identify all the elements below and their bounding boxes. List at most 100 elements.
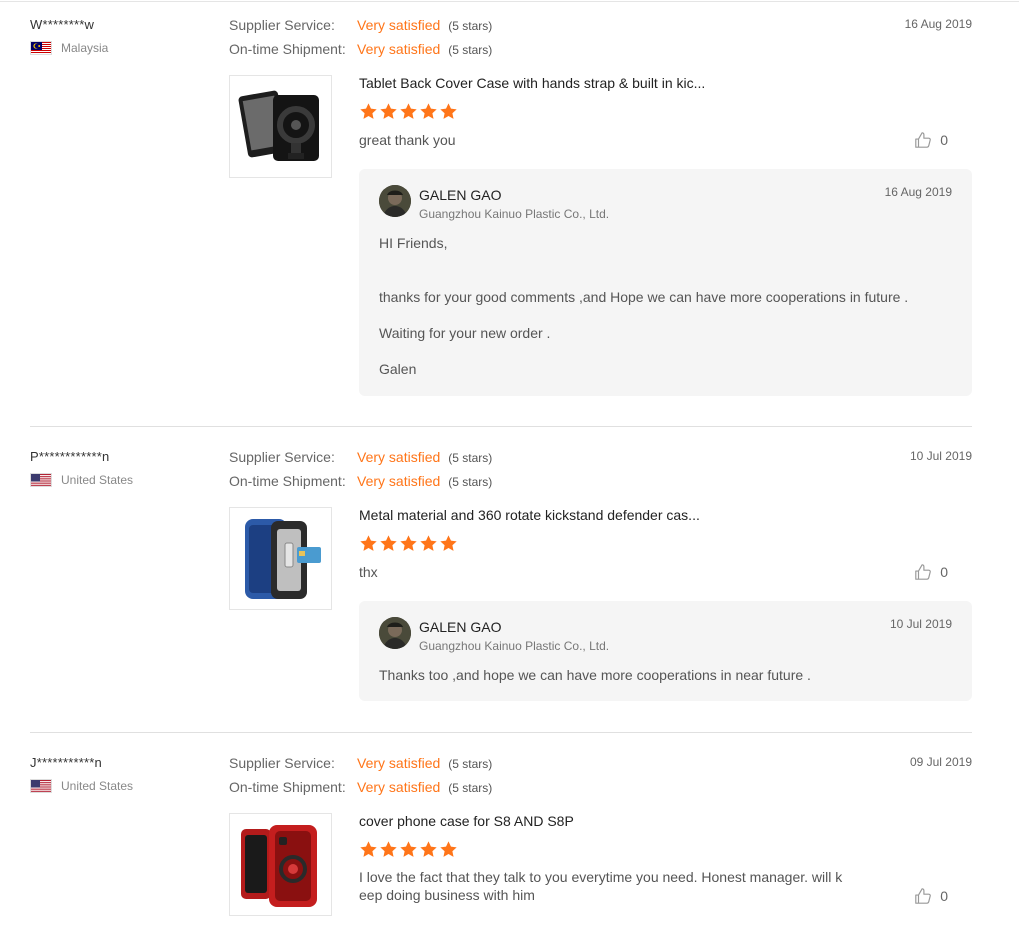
avatar: [379, 185, 411, 217]
reply-text: Thanks too ,and hope we can have more co…: [379, 667, 811, 683]
like-button[interactable]: 0: [914, 887, 948, 905]
red-phone-case-image: [240, 824, 317, 907]
star-icon: [440, 535, 457, 551]
star-icon: [420, 841, 437, 857]
star-icon: [440, 103, 457, 119]
supplier-service-stars: (5 stars): [448, 757, 493, 771]
reply-company: Guangzhou Kainuo Plastic Co., Ltd.: [419, 639, 610, 653]
review-comment: thx: [359, 564, 378, 580]
reply-text: Waiting for your new order .: [379, 325, 551, 341]
us-flag-icon: [30, 473, 52, 487]
supplier-service-rating: Supplier Service: Very satisfied (5 star…: [229, 17, 492, 33]
supplier-service-label: Supplier Service:: [229, 755, 335, 771]
shipment-rating: On-time Shipment: Very satisfied (5 star…: [229, 473, 492, 489]
review-item: W********w Malaysia Supplier Service: Ve…: [30, 17, 972, 397]
thumbs-up-icon: [915, 132, 932, 148]
star-icon: [420, 535, 437, 551]
star-icon: [420, 103, 437, 119]
star-icon: [360, 841, 377, 857]
shipment-stars: (5 stars): [448, 43, 493, 57]
star-icon: [400, 841, 417, 857]
star-icon: [400, 103, 417, 119]
review-item: J***********n United States Supplier Ser…: [30, 755, 972, 925]
buyer-country: United States: [30, 779, 133, 793]
shipment-value: Very satisfied: [357, 41, 441, 57]
shipment-rating: On-time Shipment: Very satisfied (5 star…: [229, 779, 492, 795]
like-button[interactable]: 0: [914, 563, 948, 581]
shipment-stars: (5 stars): [448, 475, 493, 489]
country-label: United States: [61, 779, 134, 793]
star-icon: [360, 535, 377, 551]
country-label: United States: [61, 473, 134, 487]
thumbs-up-icon: [915, 564, 932, 580]
star-icon: [400, 535, 417, 551]
review-comment-line: I love the fact that they talk to you ev…: [359, 869, 843, 885]
avatar: [379, 617, 411, 649]
country-label: Malaysia: [61, 41, 109, 55]
shipment-label: On-time Shipment:: [229, 473, 346, 489]
star-rating: [359, 102, 458, 121]
reply-text: thanks for your good comments ,and Hope …: [379, 289, 909, 305]
supplier-service-label: Supplier Service:: [229, 449, 335, 465]
star-icon: [440, 841, 457, 857]
supplier-service-value: Very satisfied: [357, 17, 441, 33]
buyer-name: P************n: [30, 449, 110, 464]
review-comment: I love the fact that they talk to you ev…: [359, 868, 851, 904]
product-title-link[interactable]: Tablet Back Cover Case with hands strap …: [359, 75, 705, 91]
star-icon: [380, 103, 397, 119]
product-thumbnail[interactable]: [229, 75, 332, 178]
star-icon: [380, 535, 397, 551]
shipment-stars: (5 stars): [448, 781, 493, 795]
review-date: 09 Jul 2019: [909, 755, 972, 769]
reply-text: Galen: [379, 361, 417, 377]
reply-text: HI Friends,: [379, 235, 448, 251]
reply-company: Guangzhou Kainuo Plastic Co., Ltd.: [419, 207, 610, 221]
reply-author: GALEN GAO: [419, 619, 502, 635]
buyer-country: Malaysia: [30, 41, 108, 55]
product-title-link[interactable]: cover phone case for S8 AND S8P: [359, 813, 574, 829]
product-title-link[interactable]: Metal material and 360 rotate kickstand …: [359, 507, 700, 523]
review-item: P************n United States Supplier Se…: [30, 449, 972, 704]
top-divider: [0, 1, 1019, 2]
review-date: 16 Aug 2019: [904, 17, 972, 31]
shipment-label: On-time Shipment:: [229, 779, 346, 795]
reply-author: GALEN GAO: [419, 187, 502, 203]
shipment-value: Very satisfied: [357, 473, 441, 489]
buyer-country: United States: [30, 473, 133, 487]
review-comment: great thank you: [359, 132, 456, 148]
review-date: 10 Jul 2019: [909, 449, 972, 463]
star-icon: [380, 841, 397, 857]
review-comment-line: eep doing business with him: [359, 887, 535, 903]
buyer-name: W********w: [30, 17, 95, 32]
like-count: 0: [940, 564, 948, 580]
product-thumbnail[interactable]: [229, 813, 332, 916]
supplier-reply: GALEN GAO Guangzhou Kainuo Plastic Co., …: [359, 169, 972, 396]
reply-date: 16 Aug 2019: [884, 185, 952, 199]
reply-date: 10 Jul 2019: [889, 617, 952, 631]
like-count: 0: [940, 888, 948, 904]
product-thumbnail[interactable]: [229, 507, 332, 610]
malaysia-flag-icon: [30, 41, 52, 55]
supplier-service-value: Very satisfied: [357, 755, 441, 771]
star-icon: [360, 103, 377, 119]
like-button[interactable]: 0: [914, 131, 948, 149]
review-divider: [30, 732, 972, 733]
buyer-name: J***********n: [30, 755, 102, 770]
like-count: 0: [940, 132, 948, 148]
supplier-service-stars: (5 stars): [448, 451, 493, 465]
supplier-reply: GALEN GAO Guangzhou Kainuo Plastic Co., …: [359, 601, 972, 701]
shipment-rating: On-time Shipment: Very satisfied (5 star…: [229, 41, 492, 57]
shipment-label: On-time Shipment:: [229, 41, 346, 57]
star-rating: [359, 534, 458, 553]
supplier-service-rating: Supplier Service: Very satisfied (5 star…: [229, 449, 492, 465]
supplier-service-label: Supplier Service:: [229, 17, 335, 33]
thumbs-up-icon: [915, 888, 932, 904]
star-rating: [359, 840, 458, 859]
supplier-service-value: Very satisfied: [357, 449, 441, 465]
tablet-case-image: [238, 90, 319, 161]
phone-case-image: [244, 518, 321, 599]
shipment-value: Very satisfied: [357, 779, 441, 795]
review-divider: [30, 426, 972, 427]
us-flag-icon: [30, 779, 52, 793]
supplier-service-rating: Supplier Service: Very satisfied (5 star…: [229, 755, 492, 771]
